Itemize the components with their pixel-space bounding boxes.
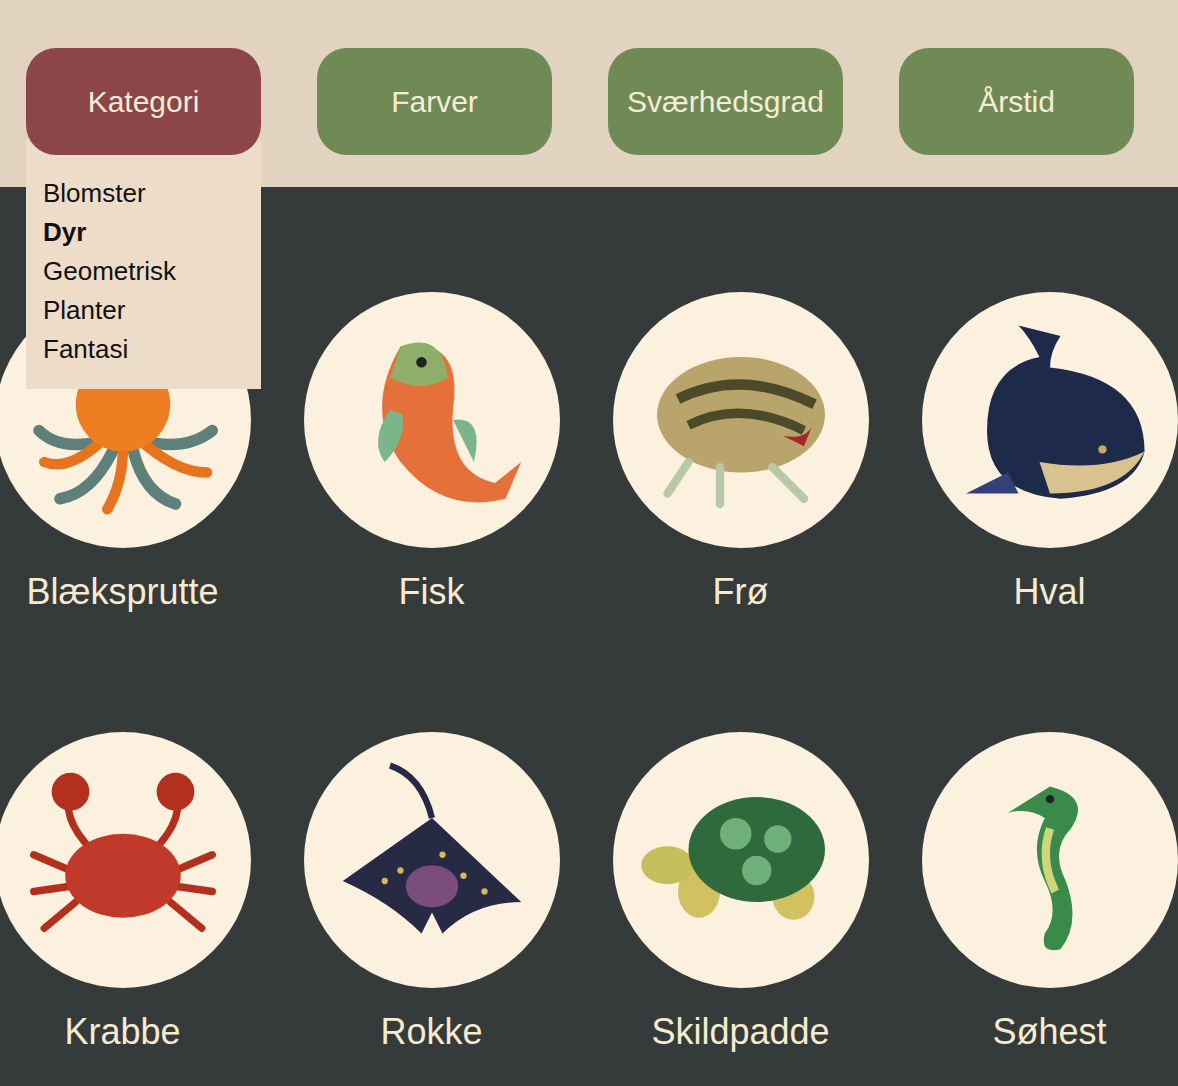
- filter: Sværhedsgrad: [608, 48, 843, 155]
- animal-icon: [945, 755, 1155, 965]
- filter-button[interactable]: Sværhedsgrad: [608, 48, 843, 155]
- dropdown-item[interactable]: Fantasi: [43, 330, 251, 369]
- filter-button[interactable]: Årstid: [899, 48, 1134, 155]
- pattern-image: [613, 292, 869, 548]
- pattern-name: Søhest: [992, 1010, 1106, 1054]
- dropdown-item[interactable]: Dyr: [43, 213, 251, 252]
- pattern-card[interactable]: Hval: [895, 292, 1178, 614]
- pattern-name: Blæksprutte: [26, 570, 218, 614]
- filter: Farver: [317, 48, 552, 155]
- filter: Kategori BlomsterDyrGeometriskPlanterFan…: [26, 48, 261, 155]
- dropdown-menu: BlomsterDyrGeometriskPlanterFantasi: [26, 140, 261, 389]
- pattern-name: Frø: [713, 570, 769, 614]
- animal-icon: [327, 315, 537, 525]
- animal-icon: [636, 315, 846, 525]
- filter: Årstid: [899, 48, 1134, 155]
- animal-icon: [18, 755, 228, 965]
- pattern-name: Fisk: [399, 570, 465, 614]
- pattern-image: [613, 732, 869, 988]
- dropdown-item[interactable]: Geometrisk: [43, 252, 251, 291]
- pattern-image: [0, 732, 251, 988]
- pattern-name: Hval: [1013, 570, 1085, 614]
- dropdown-item[interactable]: Planter: [43, 291, 251, 330]
- filter-bar: Kategori BlomsterDyrGeometriskPlanterFan…: [0, 0, 1178, 187]
- pattern-image: [922, 732, 1178, 988]
- animal-icon: [327, 755, 537, 965]
- pattern-name: Skildpadde: [651, 1010, 829, 1054]
- pattern-card[interactable]: Rokke: [277, 732, 586, 1054]
- pattern-card[interactable]: Søhest: [895, 732, 1178, 1054]
- pattern-image: [304, 732, 560, 988]
- filter-button[interactable]: Farver: [317, 48, 552, 155]
- animal-icon: [636, 755, 846, 965]
- dropdown-item[interactable]: Blomster: [43, 174, 251, 213]
- animal-icon: [945, 315, 1155, 525]
- pattern-image: [922, 292, 1178, 548]
- pattern-image: [304, 292, 560, 548]
- filter-button[interactable]: Kategori: [26, 48, 261, 155]
- pattern-card[interactable]: Skildpadde: [586, 732, 895, 1054]
- pattern-card[interactable]: Fisk: [277, 292, 586, 614]
- pattern-card[interactable]: Krabbe: [0, 732, 277, 1054]
- pattern-card[interactable]: Frø: [586, 292, 895, 614]
- pattern-name: Krabbe: [64, 1010, 180, 1054]
- pattern-name: Rokke: [380, 1010, 482, 1054]
- page: Kategori BlomsterDyrGeometriskPlanterFan…: [0, 0, 1178, 1086]
